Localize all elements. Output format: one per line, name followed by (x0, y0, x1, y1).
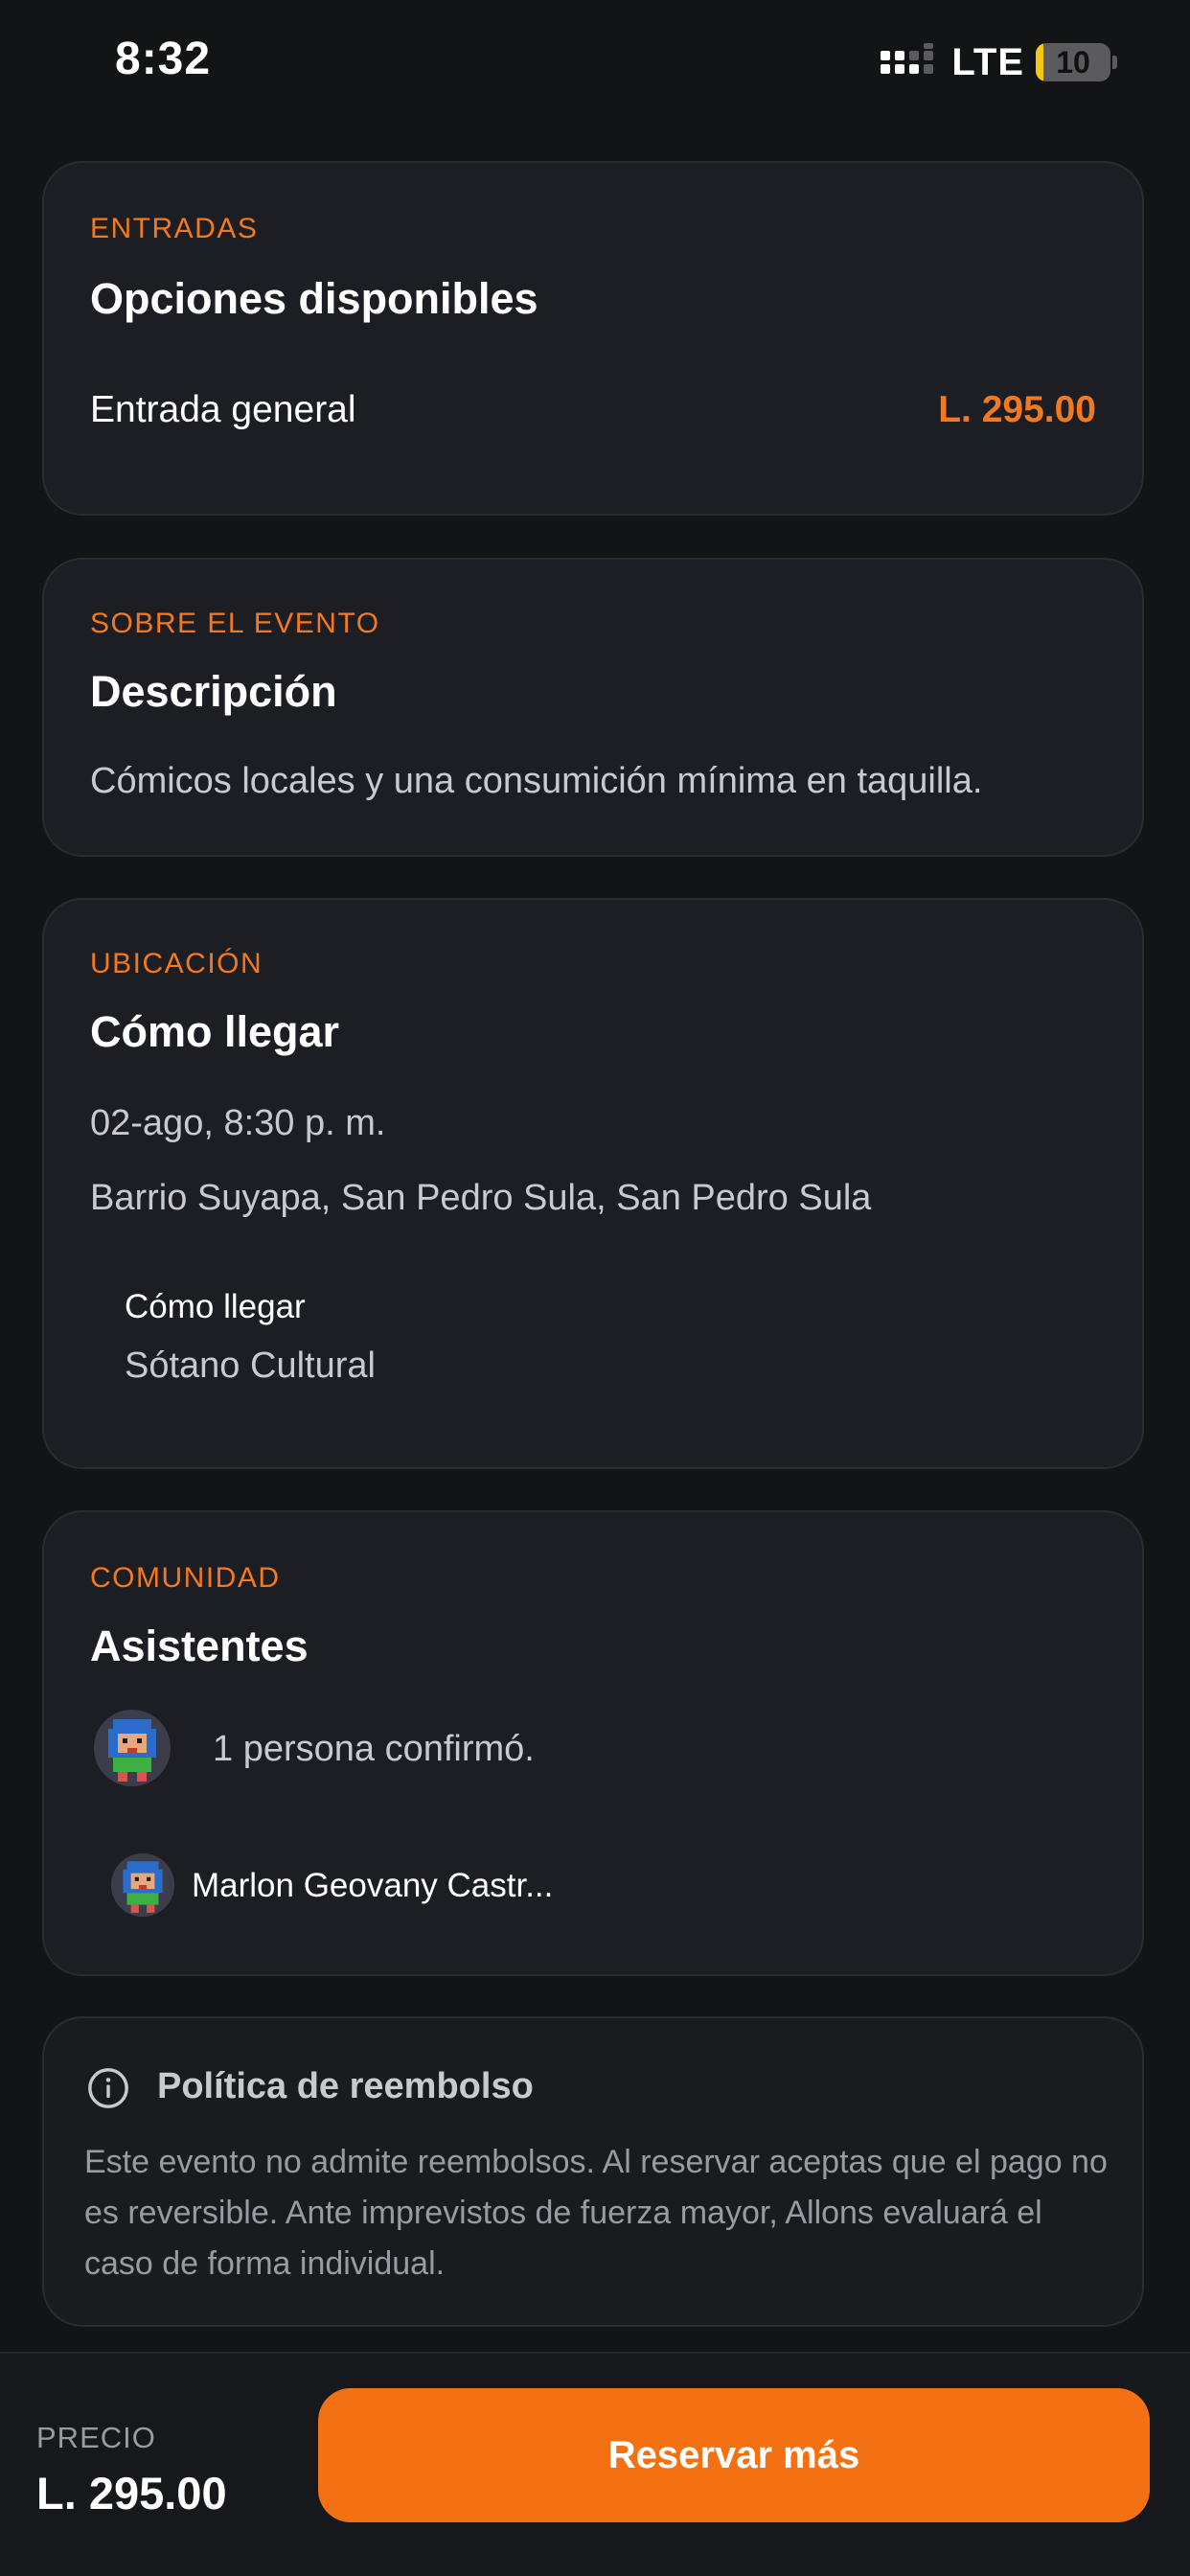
attendees-avatar-group[interactable] (94, 1710, 171, 1786)
status-time: 8:32 (115, 34, 212, 84)
battery-level: 10 (1056, 44, 1090, 80)
location-title: Cómo llegar (90, 1007, 340, 1056)
community-card: COMUNIDAD Asistentes 1 persona confirmó. (42, 1510, 1144, 1976)
refund-policy-text: Este evento no admite reembolsos. Al res… (84, 2144, 1108, 2282)
reserve-more-button[interactable]: Reservar más (318, 2388, 1150, 2522)
price-label: PRECIO (36, 2421, 156, 2454)
checkout-bar: PRECIO L. 295.00 Reservar más (0, 2352, 1190, 2576)
signal-bars-icon (881, 43, 940, 81)
refund-policy-title: Política de reembolso (157, 2066, 534, 2106)
venue-directions-link[interactable]: Cómo llegar Sótano Cultural (125, 1288, 376, 1387)
event-address: Barrio Suyapa, San Pedro Sula, San Pedro… (90, 1178, 872, 1218)
info-icon (88, 2068, 128, 2108)
event-description: Cómicos locales y una consumición mínima… (90, 761, 983, 801)
tickets-eyebrow: ENTRADAS (90, 213, 259, 244)
about-eyebrow: SOBRE EL EVENTO (90, 608, 380, 639)
status-indicators: LTE 10 (881, 40, 1117, 84)
pixel-avatar-icon (111, 1853, 174, 1917)
attendee-name[interactable]: Marlon Geovany Castr... (192, 1867, 553, 1905)
battery-cap (1112, 56, 1117, 69)
confirmed-count: 1 persona confirmó. (213, 1729, 535, 1769)
location-card: UBICACIÓN Cómo llegar 02-ago, 8:30 p. m.… (42, 898, 1144, 1469)
network-type: LTE (951, 40, 1024, 83)
venue-name: Sótano Cultural (125, 1346, 376, 1386)
community-eyebrow: COMUNIDAD (90, 1562, 281, 1594)
ticket-option-price: L. 295.00 (938, 389, 1096, 430)
tickets-card: ENTRADAS Opciones disponibles Entrada ge… (42, 161, 1144, 516)
event-datetime: 02-ago, 8:30 p. m. (90, 1103, 386, 1143)
venue-label: Cómo llegar (125, 1288, 306, 1325)
tickets-title: Opciones disponibles (90, 274, 538, 323)
location-eyebrow: UBICACIÓN (90, 948, 263, 979)
ticket-option-name[interactable]: Entrada general (90, 389, 356, 431)
attendee-avatar[interactable] (111, 1853, 174, 1917)
about-title: Descripción (90, 667, 337, 716)
status-bar: 8:32 LTE 10 (0, 0, 1190, 125)
pixel-avatar-icon (94, 1710, 171, 1786)
refund-policy-card: Política de reembolso Este evento no adm… (42, 2016, 1144, 2327)
about-card: SOBRE EL EVENTO Descripción Cómicos loca… (42, 558, 1144, 857)
community-title: Asistentes (90, 1622, 309, 1670)
battery-icon: 10 (1036, 43, 1110, 81)
price-value: L. 295.00 (36, 2468, 227, 2518)
